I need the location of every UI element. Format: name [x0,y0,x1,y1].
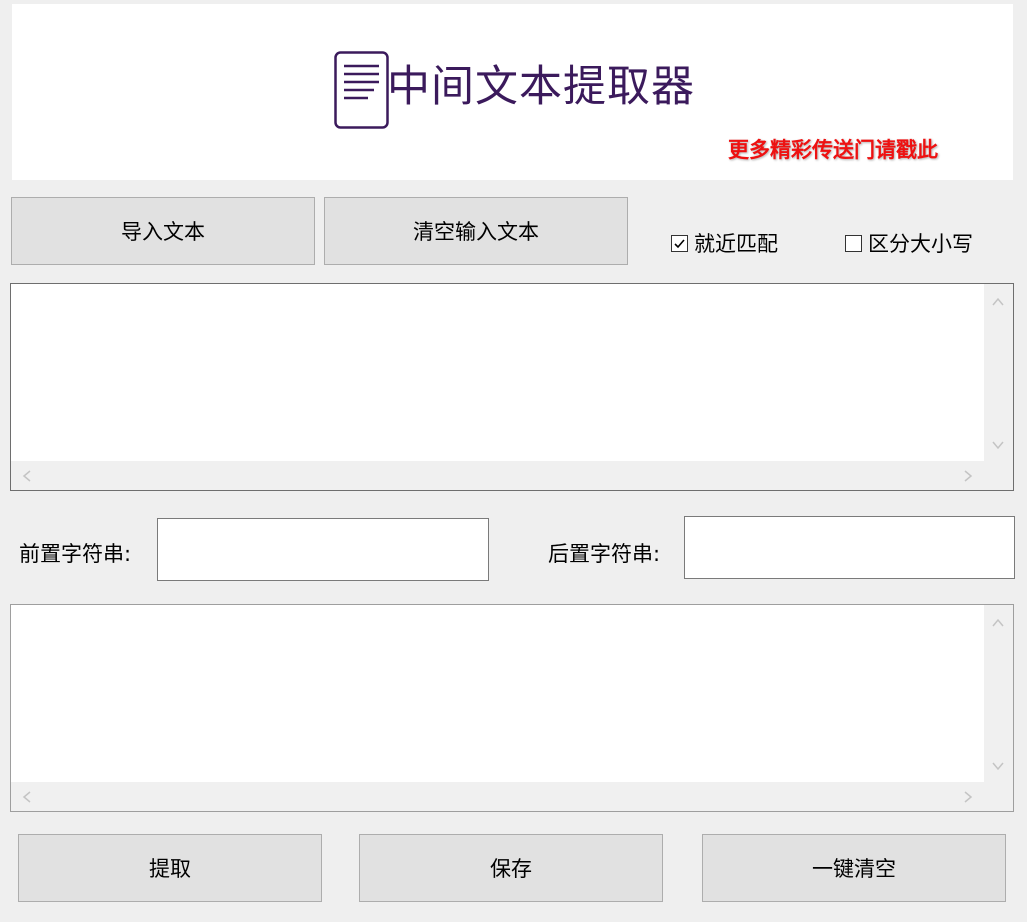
clear-input-button[interactable]: 清空输入文本 [324,197,628,265]
suffix-label: 后置字符串: [548,542,661,566]
output-horizontal-scrollbar[interactable] [11,782,984,811]
scroll-down-icon[interactable] [991,438,1005,452]
scroll-left-icon[interactable] [20,469,34,483]
output-vertical-scrollbar[interactable] [984,605,1013,782]
suffix-input[interactable] [684,516,1015,579]
scroll-right-icon[interactable] [961,790,975,804]
document-lines-icon [334,51,389,129]
scroll-down-icon[interactable] [991,759,1005,773]
scrollbar-corner [984,782,1013,811]
save-button[interactable]: 保存 [359,834,663,902]
prefix-label: 前置字符串: [19,542,132,566]
app-title: 中间文本提取器 [387,62,695,112]
clear-all-button[interactable]: 一键清空 [702,834,1006,902]
extract-button[interactable]: 提取 [18,834,322,902]
checkbox-unchecked-icon [845,234,862,252]
nearest-match-label: 就近匹配 [694,232,778,256]
checkbox-checked-icon [671,234,688,252]
promo-link[interactable]: 更多精彩传送门请戳此 [728,134,938,164]
nearest-match-checkbox[interactable]: 就近匹配 [671,228,778,258]
input-vertical-scrollbar[interactable] [984,284,1013,461]
input-text-area[interactable] [10,283,1014,491]
scroll-left-icon[interactable] [20,790,34,804]
case-sensitive-label: 区分大小写 [868,232,973,256]
case-sensitive-checkbox[interactable]: 区分大小写 [845,228,973,258]
scroll-up-icon[interactable] [991,616,1005,630]
output-text-area[interactable] [10,604,1014,812]
import-text-button[interactable]: 导入文本 [11,197,315,265]
input-text-content[interactable] [11,284,984,461]
output-text-content[interactable] [11,605,984,782]
prefix-input[interactable] [157,518,489,581]
scrollbar-corner [984,461,1013,490]
input-horizontal-scrollbar[interactable] [11,461,984,490]
scroll-right-icon[interactable] [961,469,975,483]
scroll-up-icon[interactable] [991,295,1005,309]
